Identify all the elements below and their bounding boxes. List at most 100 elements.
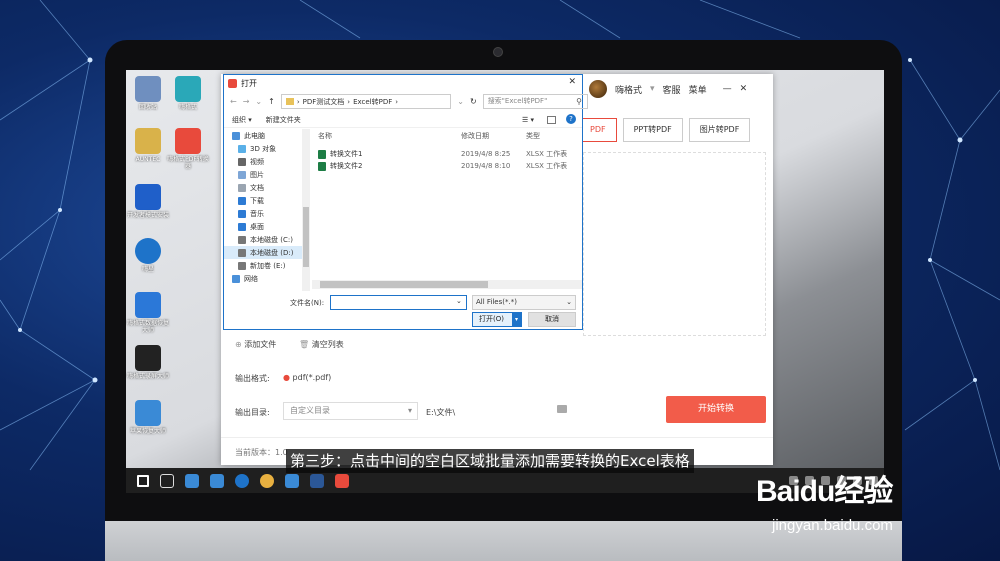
task-view-icon[interactable] — [160, 473, 174, 488]
minimize-icon[interactable]: — — [723, 84, 732, 94]
breadcrumb-item[interactable]: Excel转PDF — [353, 97, 392, 107]
video-subtitle: 第三步：点击中间的空白区域批量添加需要转换的Excel表格 — [286, 449, 694, 473]
tree-item[interactable]: 视频 — [224, 155, 309, 168]
refresh-icon[interactable]: ↻ — [470, 97, 477, 106]
tree-item[interactable]: 桌面 — [224, 220, 309, 233]
cancel-button[interactable]: 取消 — [528, 312, 576, 327]
app-icon-2[interactable] — [210, 473, 224, 488]
watermark-brand: Baidu经验 — [756, 475, 893, 508]
tree-item[interactable]: 音乐 — [224, 207, 309, 220]
edge-icon[interactable] — [235, 473, 249, 488]
conversion-tabs: PDF PPT转PDF 图片转PDF — [579, 118, 751, 142]
app-icon-3[interactable] — [285, 473, 299, 488]
file-row[interactable]: 转换文件2 2019/4/8 8:10 XLSX 工作表 — [318, 160, 580, 172]
folder-icon — [238, 235, 246, 244]
help-icon[interactable]: ? — [566, 114, 576, 124]
file-drop-zone[interactable] — [583, 152, 766, 336]
desktop-icon-info[interactable]: 嗨星 — [126, 238, 170, 273]
add-file-button[interactable]: ⊕ 添加文件 — [235, 339, 276, 350]
open-file-dialog: 打开 ✕ ← → ⌄ ↑ › PDF测试文档 › Excel转PDF › ⌄ ↻… — [223, 74, 589, 330]
app-icon-1[interactable] — [185, 473, 199, 488]
horizontal-scrollbar[interactable] — [312, 280, 582, 289]
dropdown-icon[interactable]: ▾ — [650, 84, 655, 94]
desktop-icon-apple-recovery[interactable]: 苹果恢复大师 — [126, 400, 170, 435]
preview-pane-icon[interactable] — [547, 115, 556, 124]
split-dropdown-icon[interactable]: ▾ — [512, 313, 521, 326]
column-type[interactable]: 类型 — [526, 131, 580, 145]
desktop-icon-recorder[interactable]: 嗨格式录屏大师 — [126, 345, 170, 380]
tab-ppt-pdf[interactable]: PPT转PDF — [622, 118, 683, 142]
desktop-icon-folder[interactable]: AUNTEC — [126, 128, 170, 163]
view-options-icon[interactable]: ☰ ▾ — [522, 116, 534, 124]
tree-item-label: 网络 — [244, 274, 258, 283]
tree-item-label: 视频 — [250, 157, 264, 166]
file-type-filter[interactable]: All Files(*.*) ⌄ — [472, 295, 576, 310]
back-arrow-icon[interactable]: ← — [230, 97, 237, 106]
word-icon[interactable] — [310, 473, 324, 488]
organize-menu[interactable]: 组织 ▾ — [232, 115, 252, 125]
output-dir-select[interactable]: 自定义目录 ▾ — [283, 402, 418, 420]
column-date[interactable]: 修改日期 — [461, 131, 526, 145]
camera-icon — [493, 47, 503, 57]
folder-icon — [238, 157, 246, 166]
tab-excel-pdf[interactable]: PDF — [579, 118, 617, 142]
up-arrow-icon[interactable]: ↑ — [268, 97, 275, 106]
service-link[interactable]: 客服 — [663, 83, 681, 96]
close-icon[interactable]: ✕ — [568, 77, 576, 87]
tree-item[interactable]: 本地磁盘 (C:) — [224, 233, 309, 246]
tree-item[interactable]: 网络 — [224, 272, 309, 285]
scrollbar-thumb[interactable] — [303, 207, 309, 267]
chevron-down-icon: ▾ — [407, 406, 412, 415]
filename-input[interactable] — [330, 295, 467, 310]
menu-link[interactable]: 菜单 — [689, 83, 707, 96]
start-icon[interactable] — [137, 474, 149, 487]
address-bar[interactable]: › PDF测试文档 › Excel转PDF › — [280, 94, 452, 109]
new-folder-button[interactable]: 新建文件夹 — [266, 115, 301, 125]
desktop-icon-app[interactable]: 嗨格式 — [166, 76, 210, 111]
excel-file-icon — [318, 161, 326, 171]
start-convert-button[interactable]: 开始转换 — [666, 396, 766, 423]
chevron-down-icon[interactable]: ⌄ — [255, 97, 262, 106]
info-app-icon — [135, 238, 161, 264]
desktop-icon-dev[interactable]: 开发者模式安装 — [126, 184, 170, 219]
output-dir-label: 输出目录: — [235, 408, 270, 417]
dialog-title: 打开 — [241, 78, 257, 88]
tree-item[interactable]: 此电脑 — [224, 129, 309, 142]
chevron-down-icon[interactable]: ⌄ — [456, 297, 462, 305]
tree-item[interactable]: 3D 对象 — [224, 142, 309, 155]
address-dropdown-icon[interactable]: ⌄ — [457, 97, 464, 106]
folder-browse-icon[interactable] — [557, 405, 567, 415]
chrome-icon[interactable] — [260, 473, 274, 488]
tree-item[interactable]: 文档 — [224, 181, 309, 194]
desktop-icon-recovery[interactable]: 嗨格式数据恢复大师 — [126, 292, 170, 334]
clear-list-button[interactable]: 🗑 清空列表 — [299, 339, 344, 350]
tree-item[interactable]: 新加卷 (E:) — [224, 259, 309, 272]
vertical-scrollbar[interactable] — [302, 129, 310, 291]
tree-item-label: 此电脑 — [244, 131, 265, 140]
apple-recovery-icon — [135, 400, 161, 426]
avatar[interactable] — [589, 80, 607, 98]
column-name[interactable]: 名称 — [318, 131, 461, 145]
tab-image-pdf[interactable]: 图片转PDF — [688, 118, 751, 142]
tree-item-label: 文档 — [250, 183, 264, 192]
output-dir-path: E:\文件\ — [426, 408, 456, 417]
folder-icon — [238, 209, 246, 218]
app-logo-icon — [228, 78, 237, 88]
desktop-icon-pdf-converter[interactable]: 嗨格式PDF转换器 — [166, 128, 210, 170]
pdf-app-icon[interactable] — [335, 473, 349, 488]
tree-item[interactable]: 图片 — [224, 168, 309, 181]
open-button[interactable]: 打开(O) ▾ — [472, 312, 522, 327]
desktop-icon-recycle-bin[interactable]: 回收站 — [126, 76, 170, 111]
tree-item[interactable]: 本地磁盘 (D:) — [224, 246, 309, 259]
breadcrumb-item[interactable]: PDF测试文档 — [303, 97, 345, 107]
search-icon: ⚲ — [576, 97, 582, 106]
username[interactable]: 嗨格式 — [615, 83, 642, 96]
forward-arrow-icon[interactable]: → — [243, 97, 250, 106]
scrollbar-thumb[interactable] — [320, 281, 488, 288]
close-icon[interactable]: ✕ — [740, 84, 748, 94]
tree-item-label: 音乐 — [250, 209, 264, 218]
output-format-value[interactable]: ● pdf(*.pdf) — [283, 373, 331, 382]
file-row[interactable]: 转换文件1 2019/4/8 8:25 XLSX 工作表 — [318, 148, 580, 160]
tree-item[interactable]: 下载 — [224, 194, 309, 207]
search-input[interactable]: 搜索"Excel转PDF" — [482, 94, 589, 109]
